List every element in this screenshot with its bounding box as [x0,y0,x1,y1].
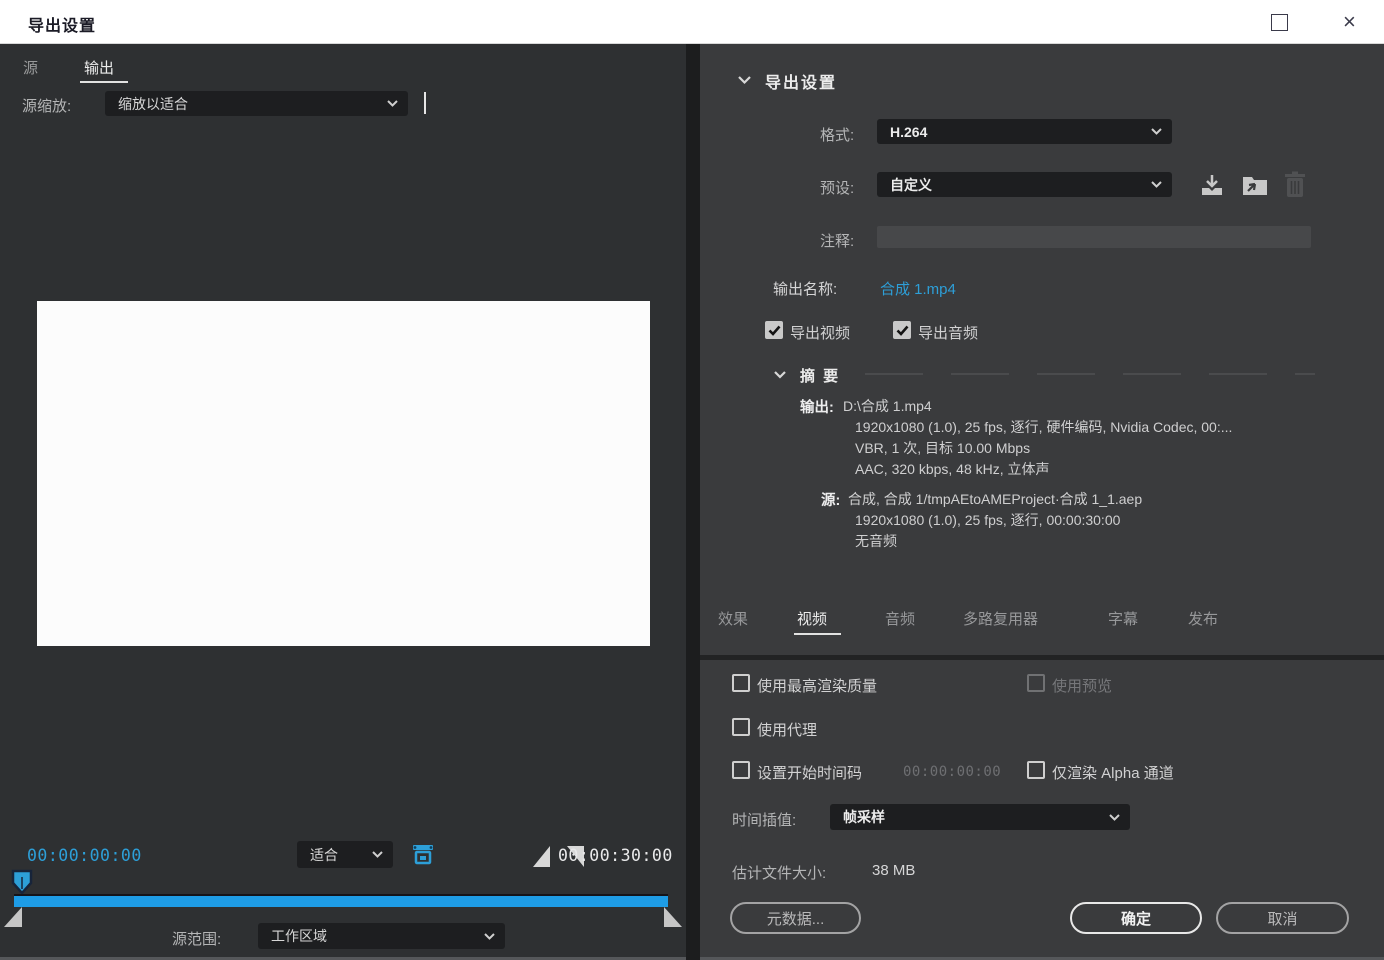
time-interpolation-value: 帧采样 [830,807,1108,827]
tab-output-underline [80,81,128,83]
summary-divider [865,373,1315,375]
summary-chevron-icon[interactable] [773,370,787,379]
format-dropdown[interactable]: H.264 [877,119,1172,144]
output-name-link[interactable]: 合成 1.mp4 [880,278,956,299]
source-scaling-dropdown[interactable]: 缩放以适合 [105,91,408,116]
preview-panel: 源 输出 源缩放: 缩放以适合 00:00:00:00 适合 00:00:30:… [0,44,686,960]
summary-source-line: 1920x1080 (1.0), 25 fps, 逐行, 00:00:30:00 [855,510,1120,530]
start-timecode-value: 00:00:00:00 [903,764,1001,780]
zoom-level-dropdown[interactable]: 适合 [297,841,393,868]
tab-video[interactable]: 视频 [797,608,827,629]
set-in-point-icon[interactable] [533,846,550,867]
use-previews-label: 使用预览 [1052,675,1112,696]
chevron-down-icon [1150,180,1163,189]
maximize-button[interactable] [1271,14,1288,31]
tab-audio[interactable]: 音频 [885,608,915,629]
max-render-quality-label: 使用最高渲染质量 [757,675,877,696]
summary-header: 摘 要 [800,365,840,386]
summary-source-line: 合成, 合成 1/tmpAEtoAMEProject·合成 1_1.aep [848,489,1142,509]
set-start-timecode-checkbox[interactable] [732,761,750,779]
tab-output[interactable]: 输出 [84,57,114,78]
collapse-chevron-icon[interactable] [737,75,752,85]
time-interpolation-dropdown[interactable]: 帧采样 [830,804,1130,830]
source-range-dropdown[interactable]: 工作区域 [258,923,505,949]
comments-label: 注释: [820,230,854,251]
tab-effects[interactable]: 效果 [718,608,748,629]
panel-divider [686,44,700,960]
alpha-only-label: 仅渲染 Alpha 通道 [1052,762,1174,783]
use-proxies-checkbox[interactable] [732,718,750,736]
save-preset-icon[interactable] [1198,171,1226,199]
source-range-label: 源范围: [172,928,221,949]
duration-timecode: 00:00:30:00 [558,846,673,865]
export-settings-header: 导出设置 [765,69,837,93]
range-end-handle[interactable] [660,905,684,929]
summary-output-line: VBR, 1 次, 目标 10.00 Mbps [855,438,1030,458]
video-preview [37,301,650,646]
export-audio-checkbox[interactable] [893,321,911,339]
title-bar: 导出设置 × [0,0,1384,44]
metadata-button[interactable]: 元数据... [730,902,861,934]
source-range-value: 工作区域 [258,926,483,946]
format-label: 格式: [820,124,854,145]
tab-publish[interactable]: 发布 [1188,608,1218,629]
export-video-checkbox[interactable] [765,321,783,339]
format-value: H.264 [877,124,1150,140]
import-preset-icon[interactable] [1240,171,1270,199]
current-timecode[interactable]: 00:00:00:00 [27,846,142,865]
summary-source-line: 无音频 [855,531,897,551]
chevron-down-icon [386,99,399,108]
set-start-timecode-label: 设置开始时间码 [757,762,862,783]
alpha-only-checkbox[interactable] [1027,761,1045,779]
max-render-quality-checkbox[interactable] [732,674,750,692]
export-settings-panel: 导出设置 格式: H.264 预设: 自定义 注释: 输出名称: 合成 1.mp… [700,44,1384,960]
summary-source-label: 源: [821,489,840,510]
timeline-scrubber[interactable] [14,894,668,907]
text-caret [424,92,426,114]
source-scaling-value: 缩放以适合 [105,94,386,114]
section-divider [700,655,1384,660]
source-scaling-label: 源缩放: [22,95,71,116]
summary-output-line: 1920x1080 (1.0), 25 fps, 逐行, 硬件编码, Nvidi… [855,417,1232,437]
preset-value: 自定义 [877,175,1150,195]
ok-button[interactable]: 确定 [1070,902,1202,934]
tab-multiplexer[interactable]: 多路复用器 [963,608,1038,629]
summary-output-label: 输出: [800,396,834,417]
estimated-size-label: 估计文件大小: [732,862,826,883]
summary-output-line: AAC, 320 kbps, 48 kHz, 立体声 [855,459,1050,479]
chevron-down-icon [371,850,384,859]
tab-video-underline [794,633,841,635]
cancel-button[interactable]: 取消 [1216,902,1349,934]
range-start-handle[interactable] [2,905,26,929]
comments-input[interactable] [877,226,1311,248]
estimated-size-value: 38 MB [872,862,915,879]
use-proxies-label: 使用代理 [757,719,817,740]
export-video-label: 导出视频 [790,322,850,343]
chevron-down-icon [483,932,496,941]
time-interpolation-label: 时间插值: [732,809,796,830]
close-button[interactable]: × [1343,9,1363,29]
output-name-label: 输出名称: [773,278,837,299]
preset-label: 预设: [820,177,854,198]
export-audio-label: 导出音频 [918,322,978,343]
summary-output-line: D:\合成 1.mp4 [843,396,932,416]
tab-source[interactable]: 源 [23,57,38,78]
chevron-down-icon [1150,127,1163,136]
settings-tabs: 效果 视频 音频 多路复用器 字幕 发布 [700,608,1384,642]
use-previews-checkbox [1027,674,1045,692]
check-icon [768,325,781,336]
tab-captions[interactable]: 字幕 [1108,608,1138,629]
check-icon [896,325,909,336]
chevron-down-icon [1108,813,1121,822]
preset-dropdown[interactable]: 自定义 [877,172,1172,197]
window-title: 导出设置 [28,12,96,36]
zoom-level-value: 适合 [297,845,371,865]
crop-icon[interactable] [408,839,438,869]
delete-preset-icon [1282,170,1308,200]
